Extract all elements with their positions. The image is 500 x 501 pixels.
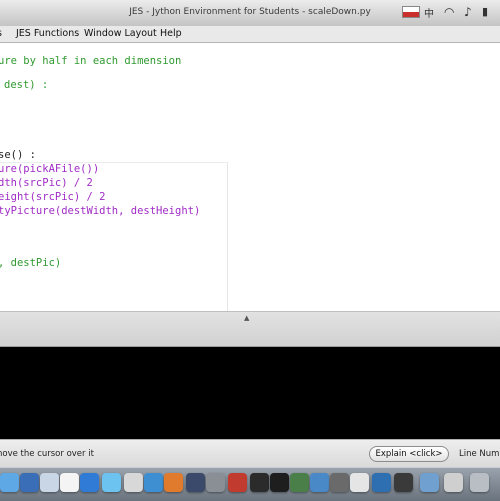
flag-icon[interactable] [402, 6, 420, 18]
status-hint-text: nove the cursor over it [0, 449, 94, 459]
code-line-def: dest) : [4, 79, 49, 91]
status-bar: nove the cursor over it Explain <click> … [0, 439, 500, 468]
input-method-icon[interactable]: 中 [424, 5, 438, 20]
app-icon[interactable] [144, 473, 163, 492]
menu-bar: s JES Functions Window Layout Help [0, 26, 500, 43]
menu-item-jes-functions[interactable]: JES Functions [16, 28, 79, 39]
firefox-icon[interactable] [164, 473, 183, 492]
dock [0, 467, 500, 501]
finder-icon[interactable] [0, 473, 19, 492]
app-icon[interactable] [350, 473, 369, 492]
code-line-call: , destPic) [0, 257, 62, 269]
app-icon[interactable] [228, 473, 247, 492]
splitter-grip-icon[interactable]: ▲ [244, 314, 249, 322]
code-line-make-picture: ure(pickAFile()) [0, 163, 100, 175]
command-console[interactable] [0, 347, 500, 439]
menu-item-truncated[interactable]: s [0, 28, 2, 39]
safari-icon[interactable] [80, 473, 99, 492]
code-line-def-main: se() : [0, 149, 36, 161]
app-icon[interactable] [206, 473, 225, 492]
menu-item-window-layout[interactable]: Window Layout [84, 28, 157, 39]
app-icon[interactable] [394, 473, 413, 492]
code-editor[interactable]: ure by half in each dimension dest) : se… [0, 43, 500, 312]
app-icon[interactable] [250, 473, 269, 492]
mail-icon[interactable] [40, 473, 59, 492]
chrome-icon[interactable] [290, 473, 309, 492]
terminal-icon[interactable] [270, 473, 289, 492]
wifi-icon[interactable]: ◠ [444, 5, 458, 19]
pane-splitter[interactable]: ▲ [0, 312, 500, 347]
trash-icon[interactable] [470, 473, 489, 492]
code-line-comment: ure by half in each dimension [0, 55, 182, 67]
app-icon[interactable] [186, 473, 205, 492]
volume-icon[interactable]: ♪ [464, 5, 478, 19]
ical-icon[interactable] [60, 473, 79, 492]
battery-icon[interactable]: ▮ [482, 5, 494, 19]
app-icon[interactable] [330, 473, 349, 492]
documents-icon[interactable] [444, 473, 463, 492]
dashboard-icon[interactable] [20, 473, 39, 492]
app-icon[interactable] [372, 473, 391, 492]
line-number-label: Line Numb [459, 449, 500, 459]
code-line-make-empty-picture: tyPicture(destWidth, destHeight) [0, 205, 201, 217]
system-preferences-icon[interactable] [124, 473, 143, 492]
menu-item-help[interactable]: Help [160, 28, 182, 39]
downloads-icon[interactable] [420, 473, 439, 492]
itunes-icon[interactable] [102, 473, 121, 492]
app-icon[interactable] [310, 473, 329, 492]
title-bar: JES - Jython Environment for Students - … [0, 0, 500, 27]
explain-button[interactable]: Explain <click> [369, 446, 449, 462]
code-line-get-width: dth(srcPic) / 2 [0, 177, 93, 189]
code-line-get-height: eight(srcPic) / 2 [0, 191, 106, 203]
